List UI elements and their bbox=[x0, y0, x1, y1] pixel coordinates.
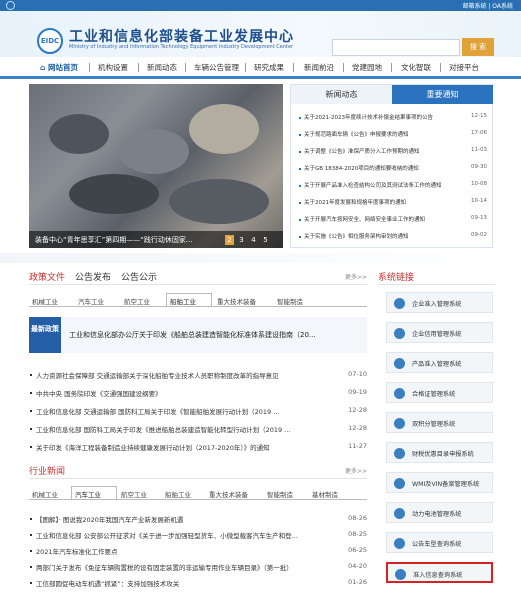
list-item[interactable]: 关于开展产品准入检查结构公司及其测试法条工作的通知 10-08 bbox=[299, 181, 487, 192]
subtab-machinery[interactable]: 机械工业 bbox=[32, 296, 58, 306]
system-icon bbox=[394, 478, 405, 489]
system-link-button[interactable]: 双积分管理系统 bbox=[386, 412, 493, 433]
slider-dot[interactable]: 3 bbox=[237, 235, 246, 245]
system-icon bbox=[394, 388, 405, 399]
more-link[interactable]: 更多>> bbox=[345, 466, 367, 475]
subtab-machinery[interactable]: 机械工业 bbox=[32, 489, 58, 499]
system-icon bbox=[395, 569, 406, 580]
section-title: 系统链接 bbox=[378, 273, 415, 283]
list-item[interactable]: 关于实施《公告》相位服务架构审划的通知 09-02 bbox=[299, 232, 487, 243]
system-icon bbox=[394, 418, 405, 429]
more-link[interactable]: 更多>> bbox=[345, 272, 367, 281]
main-nav: ⌂ 网站首页 机构设置 新闻动态 车辆公告管理 研究成果 新闻前沿 党建园地 文… bbox=[0, 57, 521, 79]
latest-policy-card[interactable]: 最新政策 工业和信息化部办公厅关于印发《船舶总装建造智能化标准体系建设指南（20… bbox=[29, 317, 367, 353]
list-item[interactable]: 中共中央 国务院印发《交通强国建设纲要》 09-19 bbox=[29, 388, 367, 399]
latest-policy-title[interactable]: 工业和信息化部办公厅关于印发《船舶总装建造智能化标准体系建设指南（20... bbox=[69, 330, 361, 340]
list-item[interactable]: 关于规范路面车辆《公告》申报要求的通知 17-06 bbox=[299, 130, 487, 141]
system-links: 系统链接 企业准入管理系统 企业信用管理系统 产品准入管理系统 合格证管理系统 … bbox=[378, 270, 495, 595]
nav-platform[interactable]: 对接平台 bbox=[449, 62, 479, 73]
subtab-materials[interactable]: 基材制造 bbox=[312, 489, 338, 499]
subtab-aviation[interactable]: 航空工业 bbox=[121, 489, 147, 499]
system-link-button[interactable]: 公告车型查询系统 bbox=[386, 532, 493, 553]
slider-caption-bar: 装备中心“青年思享汇”第四期——“践行动休固家... 2 3 4 5 bbox=[29, 231, 283, 248]
nav-party[interactable]: 党建园地 bbox=[352, 62, 382, 73]
tab-policy-docs[interactable]: 政策文件 bbox=[29, 270, 65, 283]
system-link-button[interactable]: 企业信用管理系统 bbox=[386, 322, 493, 343]
logo: EIDC bbox=[37, 28, 63, 54]
system-icon bbox=[394, 298, 405, 309]
search-input[interactable] bbox=[332, 39, 460, 56]
list-item[interactable]: 工信部圆促电动车机遇“抓紧”：支持加强技术攻关 01-26 bbox=[29, 578, 367, 589]
subtab-auto[interactable]: 汽车工业 bbox=[78, 296, 104, 306]
nav-frontier[interactable]: 新闻前沿 bbox=[304, 62, 334, 73]
home-icon: ⌂ bbox=[40, 63, 46, 72]
subtab-smart-mfg[interactable]: 智能制造 bbox=[267, 489, 293, 499]
slider-dot[interactable]: 5 bbox=[261, 235, 270, 245]
latest-policy-badge: 最新政策 bbox=[29, 317, 61, 353]
section-title: 行业新闻 bbox=[29, 467, 66, 477]
list-item[interactable]: 【图解】· 图说我2020年我国汽车产业新发展新机遇 08-26 bbox=[29, 514, 367, 525]
system-icon bbox=[394, 448, 405, 459]
list-item[interactable]: 关于调整《公告》准保产质分入工作预期的通知 11-03 bbox=[299, 147, 487, 158]
subtab-ship[interactable]: 船舶工业 bbox=[165, 489, 191, 499]
list-item[interactable]: 工业和信息化部 国防科工局关于印发《推进船舶总装建造智能化转型行动计划（2019… bbox=[29, 424, 367, 435]
list-item[interactable]: 关于2021-2023年度续计技术补偿金结果事项的公告 12-15 bbox=[299, 113, 487, 124]
system-icon bbox=[394, 358, 405, 369]
list-item[interactable]: 工业和信息化部 公安部公开征求对《关于进一步加强轻型货车、小微型载客汽车生产和登… bbox=[29, 530, 367, 541]
top-strip: 邮箱系统 | OA系统 bbox=[0, 0, 521, 11]
nav-org[interactable]: 机构设置 bbox=[98, 62, 128, 73]
industry-news-section: 行业新闻 更多>> 机械工业 汽车工业 航空工业 船舶工业 重大技术装备 智能制… bbox=[29, 464, 367, 594]
top-links[interactable]: 邮箱系统 | OA系统 bbox=[462, 1, 513, 10]
site-subtitle: Ministry of Industry and Information Tec… bbox=[69, 44, 294, 50]
list-item[interactable]: 关于2021年度发展和规格年度事项的通知 10-14 bbox=[299, 198, 487, 209]
subtab-ship[interactable]: 船舶工业 bbox=[170, 296, 196, 306]
system-link-button[interactable]: 财税优惠目录申报系统 bbox=[386, 442, 493, 463]
nav-news[interactable]: 新闻动态 bbox=[147, 62, 177, 73]
slider-caption[interactable]: 装备中心“青年思享汇”第四期——“践行动休固家... bbox=[35, 235, 193, 245]
gear-icon bbox=[6, 1, 15, 10]
subtab-major-equipment[interactable]: 重大技术装备 bbox=[209, 489, 248, 499]
list-item[interactable]: 两部门关于发布《免征车辆购置税的设有固定装置的非运输专用作业车辆目录》（第一批）… bbox=[29, 562, 367, 573]
system-icon bbox=[394, 538, 405, 549]
system-icon bbox=[394, 328, 405, 339]
news-box: 新闻动态 重要通知 关于2021-2023年度续计技术补偿金结果事项的公告 12-… bbox=[290, 84, 493, 248]
policy-section: 政策文件 公告发布 公告公示 更多>> 机械工业 汽车工业 航空工业 船舶工业 … bbox=[29, 270, 367, 454]
site-title: 工业和信息化部装备工业发展中心 bbox=[69, 29, 294, 45]
tab-news[interactable]: 新闻动态 bbox=[291, 85, 392, 104]
system-link-button[interactable]: 企业准入管理系统 bbox=[386, 292, 493, 313]
site-header: EIDC 工业和信息化部装备工业发展中心 Ministry of Industr… bbox=[0, 11, 521, 57]
list-item[interactable]: 关于GB 18384-2020项目的通知要收纳的通知 09-30 bbox=[299, 164, 487, 175]
nav-vehicle[interactable]: 车辆公告管理 bbox=[194, 62, 239, 73]
tab-announcements[interactable]: 公告发布 bbox=[75, 270, 111, 283]
system-link-button[interactable]: WMI及VIN备案管理系统 bbox=[386, 472, 493, 493]
list-item[interactable]: 工业和信息化部 交通运输部 国防科工局关于印发《智能船舶发展行动计划（2019 … bbox=[29, 406, 367, 417]
divider bbox=[0, 253, 521, 263]
nav-home[interactable]: ⌂ 网站首页 bbox=[40, 62, 78, 73]
tab-public-notice[interactable]: 公告公示 bbox=[121, 270, 157, 283]
system-link-button[interactable]: 产品准入管理系统 bbox=[386, 352, 493, 373]
system-link-button[interactable]: 合格证管理系统 bbox=[386, 382, 493, 403]
list-item[interactable]: 2021年汽车标准化工作要点 06-25 bbox=[29, 546, 367, 557]
nav-research[interactable]: 研究成果 bbox=[254, 62, 284, 73]
subtab-aviation[interactable]: 航空工业 bbox=[124, 296, 150, 306]
list-item[interactable]: 人力资源社会保障部 交通运输部关于深化船舶专业技术人员职称制度改革的指导意见 07… bbox=[29, 370, 367, 381]
subtab-smart-mfg[interactable]: 智能制造 bbox=[277, 296, 303, 306]
list-item[interactable]: 关于开展汽车按网安全、网络安全事业工作的通知 09-13 bbox=[299, 215, 487, 226]
slider-dot[interactable]: 4 bbox=[249, 235, 258, 245]
tab-notices[interactable]: 重要通知 bbox=[392, 85, 493, 104]
list-item[interactable]: 关于印发《海洋工程装备制造业持续健康发展行动计划（2017-2020年）》的通知… bbox=[29, 442, 367, 453]
photo-slider[interactable]: 装备中心“青年思享汇”第四期——“践行动休固家... 2 3 4 5 bbox=[29, 84, 283, 248]
search-button[interactable]: 搜 索 bbox=[462, 38, 494, 56]
system-icon bbox=[394, 508, 405, 519]
subtab-major-equipment[interactable]: 重大技术装备 bbox=[217, 296, 256, 306]
system-link-button-highlighted[interactable]: 准入信息查询系统 bbox=[386, 562, 493, 583]
nav-culture[interactable]: 文化智联 bbox=[401, 62, 431, 73]
subtab-auto[interactable]: 汽车工业 bbox=[75, 489, 101, 499]
system-link-button[interactable]: 动力电池管理系统 bbox=[386, 502, 493, 523]
slider-photo bbox=[49, 114, 109, 154]
slider-dot[interactable]: 2 bbox=[225, 235, 234, 245]
